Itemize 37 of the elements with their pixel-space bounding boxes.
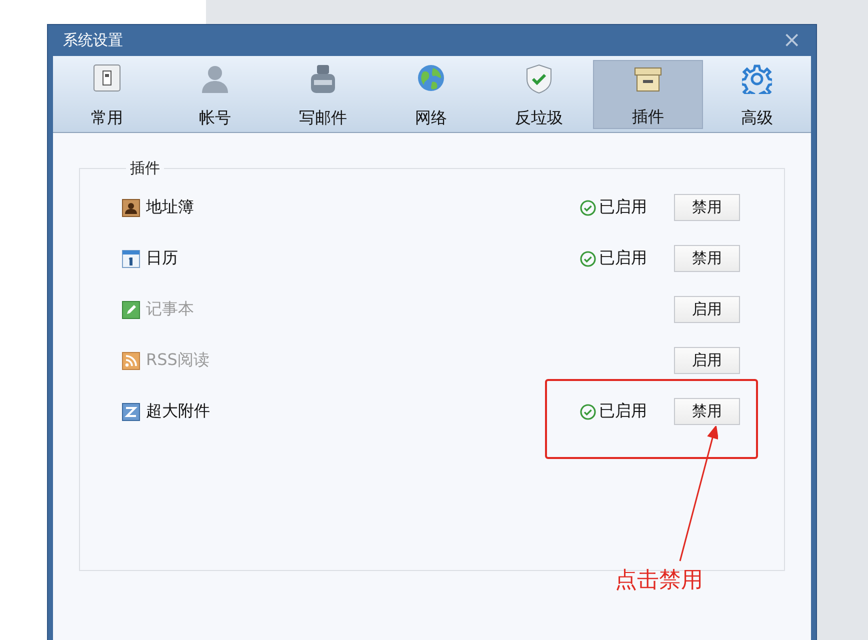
check-circle-icon <box>580 250 596 266</box>
disable-button[interactable]: 禁用 <box>674 194 740 221</box>
settings-tab[interactable]: 写邮件 <box>269 60 377 129</box>
settings-tab[interactable]: 反垃圾 <box>485 60 593 129</box>
annotation-text: 点击禁用 <box>615 567 703 595</box>
rss-icon <box>122 352 140 370</box>
settings-tab[interactable]: 常用 <box>53 60 161 129</box>
box-icon <box>634 65 662 93</box>
settings-tab[interactable]: 网络 <box>377 60 485 129</box>
disable-button[interactable]: 禁用 <box>674 398 740 425</box>
calendar-icon <box>122 250 140 268</box>
plugin-name: 超大附件 <box>146 401 211 422</box>
person-icon <box>201 64 229 94</box>
check-circle-icon <box>580 404 596 420</box>
globe-icon <box>417 64 445 92</box>
window-title: 系统设置 <box>63 31 123 50</box>
enabled-status: 已启用 <box>599 197 647 218</box>
plugin-name: 日历 <box>146 248 179 269</box>
settings-tab[interactable]: 插件 <box>593 60 703 129</box>
settings-icon <box>742 64 772 94</box>
enabled-status: 已启用 <box>599 401 647 422</box>
settings-tab[interactable]: 高级 <box>703 60 811 129</box>
settings-tab[interactable]: 帐号 <box>161 60 269 129</box>
plugin-name: RSS阅读 <box>146 350 210 371</box>
disable-button[interactable]: 禁用 <box>674 245 740 272</box>
enable-button[interactable]: 启用 <box>674 347 740 374</box>
group-title: 插件 <box>129 159 161 178</box>
ink-bottle-icon <box>310 64 336 94</box>
enabled-status: 已启用 <box>599 248 647 269</box>
plugin-name: 记事本 <box>146 299 195 320</box>
contact-card-icon <box>122 198 140 216</box>
switch-icon <box>93 64 121 92</box>
plugin-name: 地址簿 <box>146 197 195 218</box>
pencil-icon <box>122 300 140 318</box>
check-circle-icon <box>580 200 596 216</box>
enable-button[interactable]: 启用 <box>674 296 740 323</box>
shield-check-icon <box>526 64 552 94</box>
